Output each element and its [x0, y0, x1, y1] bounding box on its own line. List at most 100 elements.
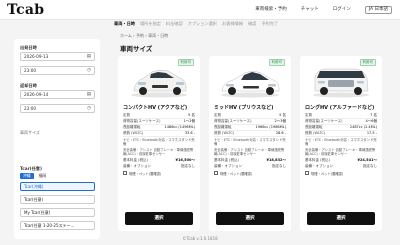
spec-label: 定員: [214, 113, 221, 117]
calendar-icon: ▤: [86, 92, 91, 97]
pickup-date-value: 2026-09-13: [24, 54, 49, 59]
option-checkbox-row[interactable]: 喫煙・ペット(要確認): [123, 171, 195, 176]
spec-value: 1986cc (1986ML): [255, 125, 286, 129]
header: Tcab 車両検索・予約 チャット ログイン JA 日本語: [0, 0, 400, 20]
tab-okinawa[interactable]: 沖縄: [20, 173, 34, 179]
select-button[interactable]: 選択: [125, 212, 193, 225]
step-2: 場所を指定: [139, 21, 161, 26]
logo[interactable]: Tcab: [7, 2, 44, 18]
option-value: 指定なし: [363, 163, 377, 168]
list-item[interactable]: Tcar(任意): [20, 195, 95, 204]
car-image-prius: [221, 71, 280, 98]
spec-list: 定員 7 名 荷物容量(スーツケース) 4〜6個 長距離運転 2487cc (2.4M…: [305, 113, 377, 176]
price-value: ¥18,832〜: [266, 157, 286, 162]
pickup-label: 出発日時: [20, 45, 37, 50]
return-date-value: 2026-09-14: [24, 92, 49, 97]
tab-fukuoka[interactable]: 福岡: [36, 173, 50, 179]
nav-search-reserve[interactable]: 車両検索・予約: [255, 6, 287, 14]
list-item[interactable]: Tcar(任意 1-20-25ステー...: [20, 221, 95, 230]
vehicle-size-label: 車両サイズ: [20, 130, 40, 135]
spec-label: 定員: [123, 113, 130, 117]
price-label: 基本料金 (税込): [305, 157, 330, 162]
spec-value: 1486cc (1496ML): [164, 125, 195, 129]
nav-login[interactable]: ログイン: [333, 6, 351, 14]
spec-value: 5 名: [279, 113, 286, 117]
option-label: 装備・オプション: [123, 163, 151, 168]
safety-desc: 安全装備・アシスト 自動ブレーキ・車線逸脱警報(ACC)・前後駐車センサー: [305, 147, 376, 157]
checkbox[interactable]: [214, 171, 218, 176]
safety-desc: 安全装備・アシスト 自動ブレーキ・車線逸脱警報(ACC)・前後駐車センサー: [123, 147, 194, 157]
spec-label: 定員: [305, 113, 312, 117]
spec-value: 2487cc (2.4ML): [349, 125, 377, 129]
spec-list: 定員 5 名 荷物容量(スーツケース) 1〜2個 長距離運転 1486cc (1496…: [123, 113, 195, 176]
clock-icon: ◷: [87, 68, 91, 73]
clock-icon: ◷: [87, 106, 91, 111]
spec-value: 1〜2個: [183, 119, 195, 123]
language-select[interactable]: JA 日本語: [364, 6, 392, 14]
checkbox[interactable]: [123, 171, 127, 176]
spec-value: 2〜3個: [274, 119, 286, 123]
search-sidebar: 出発日時 2026-09-13 ▤ 23:00 ◷ 返却日時 2026-09-14 ▤…: [14, 39, 100, 239]
spec-label: 燃費 (WLTC): [123, 131, 144, 135]
price-value: ¥16,500〜: [175, 157, 195, 162]
spec-label: 長距離運転: [123, 125, 141, 129]
step-4: オプション選択: [187, 21, 217, 26]
option-label: 装備・オプション: [214, 163, 242, 168]
step-7: 予約完了: [261, 21, 279, 26]
return-date-input[interactable]: 2026-09-14 ▤: [20, 90, 95, 99]
step-3: 料金確認: [165, 21, 183, 26]
spec-label: 燃費 (WLTC): [214, 131, 235, 135]
spec-value: 17.5 -: [366, 131, 377, 135]
step-1: 車両・日時: [114, 21, 135, 26]
car-image-alphard: [313, 68, 369, 98]
return-time-input[interactable]: 23:00 ◷: [20, 104, 95, 113]
price-label: 基本料金 (税込): [123, 157, 148, 162]
return-label: 返却日時: [20, 83, 37, 88]
price-value: ¥24,541〜: [357, 157, 377, 162]
spec-label: 荷物容量(スーツケース): [305, 119, 343, 123]
checkbox-label: 喫煙・ペット(要確認): [311, 171, 344, 176]
step-5: お客様情報: [222, 21, 243, 26]
footer: ©Tcab v.1.0.1818: [182, 236, 218, 241]
option-value: 指定なし: [181, 163, 195, 168]
equipment-desc: ナビ・ETC・Bluetooth対応・スマホスタンド完備: [214, 138, 286, 147]
vehicle-card-mid: 利用可 ミッドHV (プリウスなど) 定員 5 名 荷物容量(スーツケース) 2〜3…: [209, 56, 291, 231]
checkbox-label: 喫煙・ペット(要確認): [129, 171, 162, 176]
equipment-desc: ナビ・ETC・Bluetooth対応・スマホスタンド完備: [123, 138, 195, 147]
select-button[interactable]: 選択: [216, 212, 284, 225]
region-tabs: 沖縄 福岡: [20, 173, 49, 179]
checkbox-label: 喫煙・ペット(要確認): [220, 171, 253, 176]
select-button[interactable]: 選択: [307, 212, 375, 225]
car-name: ミッドHV (プリウスなど): [214, 105, 274, 111]
car-name: ロングHV (アルファードなど): [305, 105, 375, 111]
car-name: コンパクトHV (アクアなど): [123, 105, 188, 111]
type-label: Tcar(任意): [20, 166, 42, 171]
vehicle-card-long: 利用可 ロングHV (アルファードなど) 定員 7 名 荷物容量(スーツケース) 4…: [300, 56, 382, 231]
spec-value: 33.6 -: [184, 131, 195, 135]
spec-label: 荷物容量(スーツケース): [123, 119, 161, 123]
spec-list: 定員 5 名 荷物容量(スーツケース) 2〜3個 長距離運転 1986cc (1986…: [214, 113, 286, 176]
option-checkbox-row[interactable]: 喫煙・ペット(要確認): [214, 171, 286, 176]
availability-badge: 利用可: [177, 59, 194, 66]
checkbox[interactable]: [305, 171, 309, 176]
spec-label: 荷物容量(スーツケース): [214, 119, 252, 123]
step-6: 確認: [247, 21, 257, 26]
option-checkbox-row[interactable]: 喫煙・ペット(要確認): [305, 171, 377, 176]
spec-value: 5 名: [188, 113, 195, 117]
vehicle-card-compact: 利用可 コンパクトHV (アクアなど) 定員 5 名 荷物容量(スーツケース) 1〜…: [118, 56, 200, 231]
price-label: 基本料金 (税込): [214, 157, 239, 162]
spec-label: 長距離運転: [305, 125, 323, 129]
spec-value: 4〜6個: [365, 119, 377, 123]
spec-value: 28.6 -: [275, 131, 286, 135]
step-indicator: 車両・日時 場所を指定 料金確認 オプション選択 お客様情報 確認 予約完了: [114, 21, 278, 27]
nav-chat[interactable]: チャット: [301, 6, 319, 14]
return-time-value: 23:00: [24, 106, 37, 111]
list-item[interactable]: My Tcar(任意): [20, 208, 95, 217]
pickup-time-value: 23:00: [24, 68, 37, 73]
pickup-time-input[interactable]: 23:00 ◷: [20, 66, 95, 75]
header-nav: 車両検索・予約 チャット ログイン JA 日本語: [255, 6, 392, 14]
spec-label: 長距離運転: [214, 125, 232, 129]
pickup-date-input[interactable]: 2026-09-13 ▤: [20, 52, 95, 61]
list-item[interactable]: Tcar(沖縄): [20, 182, 95, 191]
option-label: 装備・オプション: [305, 163, 333, 168]
